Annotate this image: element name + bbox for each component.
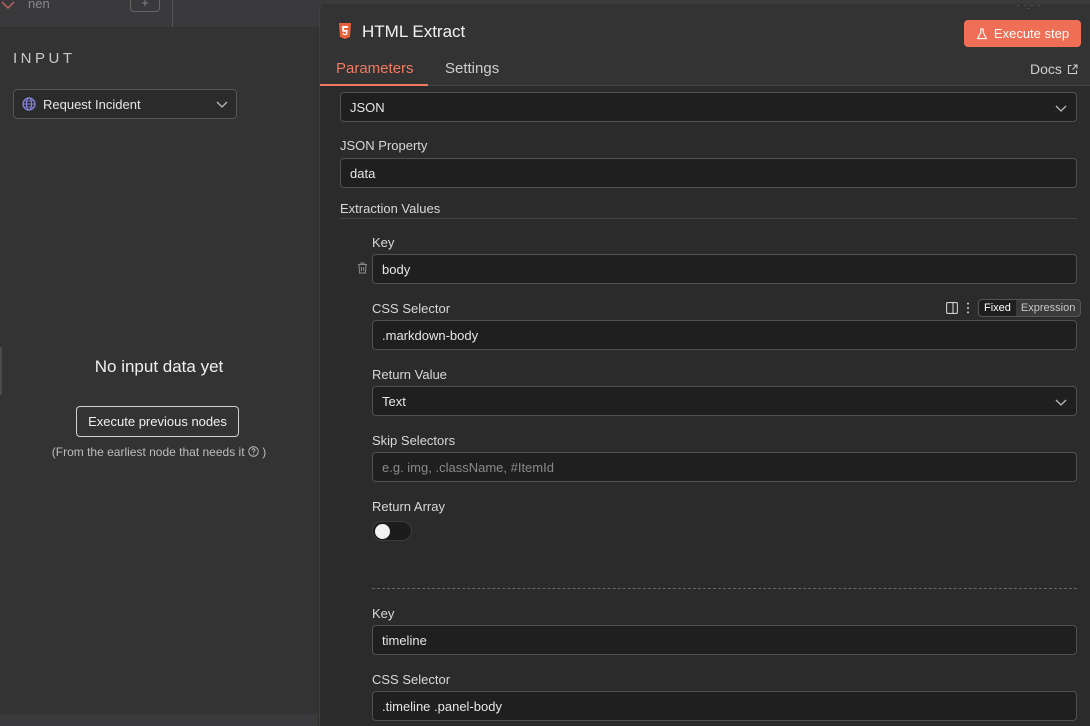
json-property-label: JSON Property bbox=[340, 138, 428, 153]
help-circle-icon[interactable] bbox=[248, 446, 259, 457]
canvas-add-button[interactable]: + bbox=[130, 0, 160, 12]
item-2-key-field[interactable] bbox=[372, 625, 1077, 655]
execute-step-button[interactable]: Execute step bbox=[964, 20, 1081, 47]
mode-fixed-option[interactable]: Fixed bbox=[979, 300, 1016, 316]
panel-drag-handle[interactable]: · · · · · bbox=[1014, 2, 1044, 13]
extraction-values-divider bbox=[340, 218, 1077, 219]
item-1-return-value-label: Return Value bbox=[372, 367, 447, 382]
item-1-skip-selectors-input[interactable] bbox=[382, 459, 1076, 475]
item-2-css-selector-input[interactable] bbox=[382, 698, 1076, 714]
mode-expression-option[interactable]: Expression bbox=[1016, 300, 1080, 316]
flask-icon bbox=[976, 27, 988, 39]
item-2-css-selector-field[interactable] bbox=[372, 691, 1077, 721]
split-panel-icon[interactable] bbox=[946, 302, 958, 314]
tab-settings[interactable]: Settings bbox=[445, 60, 499, 77]
active-tab-indicator bbox=[320, 84, 428, 86]
docs-label: Docs bbox=[1030, 61, 1062, 77]
input-panel: INPUT Request Incident No input data yet… bbox=[0, 27, 318, 714]
input-node-select-value: Request Incident bbox=[43, 96, 141, 112]
item-2-key-input[interactable] bbox=[382, 632, 1076, 648]
json-property-input[interactable] bbox=[350, 165, 1076, 181]
input-panel-title: INPUT bbox=[13, 50, 76, 67]
execute-hint-text: (From the earliest node that needs it bbox=[51, 445, 245, 459]
item-1-css-selector-label: CSS Selector bbox=[372, 301, 451, 316]
external-link-icon bbox=[1067, 63, 1078, 74]
toggle-knob bbox=[375, 524, 390, 539]
execute-hint: (From the earliest node that needs it ) bbox=[0, 445, 318, 459]
trash-icon[interactable] bbox=[357, 262, 368, 274]
tab-parameters[interactable]: Parameters bbox=[336, 60, 414, 77]
docs-link[interactable]: Docs bbox=[1030, 61, 1078, 77]
panel-header: HTML Extract Execute step Parameters Set… bbox=[320, 4, 1090, 86]
json-property-field[interactable] bbox=[340, 158, 1077, 188]
chevron-down-icon bbox=[1055, 105, 1067, 112]
source-data-select-value: JSON bbox=[350, 99, 385, 115]
item-1-key-label: Key bbox=[372, 235, 395, 250]
css-selector-tools: Fixed Expression bbox=[946, 299, 1082, 317]
strip-divider bbox=[172, 0, 173, 27]
item-1-skip-selectors-field[interactable] bbox=[372, 452, 1077, 482]
workflow-icon bbox=[2, 1, 15, 10]
item-2-key-label: Key bbox=[372, 606, 395, 621]
item-1-return-value-value: Text bbox=[382, 393, 406, 409]
execute-previous-nodes-button[interactable]: Execute previous nodes bbox=[76, 406, 239, 437]
node-parameters-panel: HTML Extract Execute step Parameters Set… bbox=[319, 2, 1090, 726]
parameter-mode-switch: Fixed Expression bbox=[978, 299, 1082, 317]
extraction-values-label: Extraction Values bbox=[340, 201, 441, 216]
item-1-skip-selectors-label: Skip Selectors bbox=[372, 433, 456, 448]
input-node-select[interactable]: Request Incident bbox=[13, 89, 237, 119]
item-1-return-array-label: Return Array bbox=[372, 499, 445, 514]
item-1-return-value-select[interactable]: Text bbox=[372, 386, 1077, 416]
chevron-down-icon bbox=[1055, 399, 1067, 406]
chevron-down-icon bbox=[216, 101, 228, 108]
canvas-bottom-strip bbox=[0, 714, 318, 726]
execute-hint-close: ) bbox=[262, 445, 267, 459]
item-1-return-array-toggle[interactable] bbox=[372, 521, 412, 541]
item-1-key-field[interactable] bbox=[372, 254, 1077, 284]
no-input-title: No input data yet bbox=[94, 357, 224, 376]
item-2-css-selector-label: CSS Selector bbox=[372, 672, 451, 687]
source-data-select[interactable]: JSON bbox=[340, 92, 1077, 122]
kebab-menu-icon[interactable] bbox=[966, 302, 970, 314]
execute-step-label: Execute step bbox=[993, 26, 1070, 41]
html5-icon bbox=[339, 23, 351, 39]
item-1-key-input[interactable] bbox=[382, 261, 1076, 277]
node-title: HTML Extract bbox=[362, 22, 466, 41]
canvas-node-label: nen bbox=[28, 0, 50, 11]
globe-icon bbox=[22, 97, 36, 111]
item-separator bbox=[372, 588, 1077, 589]
item-1-css-selector-field[interactable] bbox=[372, 320, 1077, 350]
item-1-css-selector-input[interactable] bbox=[382, 327, 1076, 343]
